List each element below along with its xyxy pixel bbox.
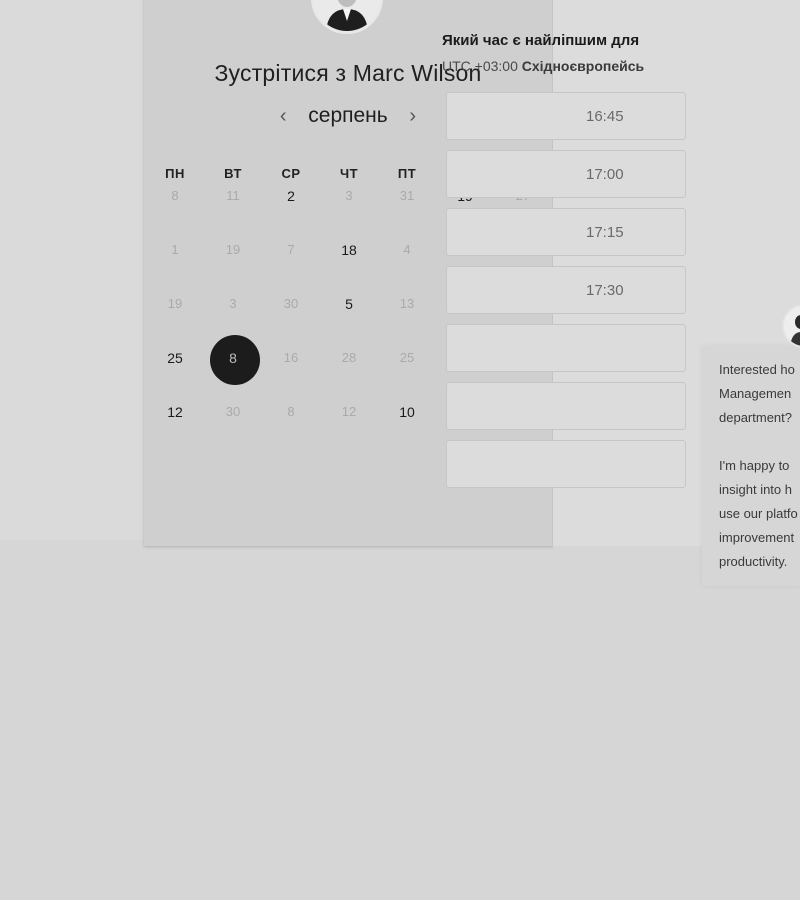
calendar-day: 8 bbox=[262, 402, 320, 456]
calendar-day: 11 bbox=[204, 186, 262, 240]
chat-line: Interested ho bbox=[719, 362, 795, 377]
calendar-day[interactable]: 5 bbox=[320, 294, 378, 348]
chat-message: Interested ho Managemen department? I'm … bbox=[719, 358, 800, 574]
calendar-day-number: 8 bbox=[229, 350, 237, 366]
weekday-label: ПН bbox=[165, 166, 185, 181]
calendar-day-number: 31 bbox=[399, 188, 415, 203]
chat-line: I'm happy to bbox=[719, 458, 790, 473]
person-icon bbox=[784, 306, 800, 346]
calendar-day-number: 5 bbox=[345, 296, 353, 312]
calendar-day: 19 bbox=[146, 294, 204, 348]
calendar-day[interactable]: 25 bbox=[146, 348, 204, 402]
calendar-day-number: 3 bbox=[229, 296, 237, 311]
calendar-day[interactable]: 18 bbox=[320, 240, 378, 294]
calendar-day: 1 bbox=[146, 240, 204, 294]
calendar-day-number: 12 bbox=[167, 404, 183, 420]
chat-line: insight into h bbox=[719, 482, 792, 497]
calendar-day-number: 13 bbox=[399, 296, 415, 311]
calendar-day-number: 10 bbox=[399, 404, 415, 420]
timezone-offset: UTC +03:00 bbox=[442, 58, 518, 74]
time-slot[interactable] bbox=[446, 324, 686, 372]
chat-line: use our platfo bbox=[719, 506, 798, 521]
weekday-label: ПТ bbox=[397, 166, 417, 181]
calendar-day-number: 30 bbox=[225, 404, 241, 419]
calendar-day-number: 25 bbox=[167, 350, 183, 366]
calendar-day: 28 bbox=[320, 348, 378, 402]
calendar-day: 16 bbox=[262, 348, 320, 402]
calendar-day-number: 8 bbox=[287, 404, 295, 419]
calendar-day: 25 bbox=[378, 348, 436, 402]
calendar-day-number: 7 bbox=[287, 242, 295, 257]
calendar-day[interactable]: 2 bbox=[262, 186, 320, 240]
time-slot[interactable]: 17:30 bbox=[446, 266, 686, 314]
calendar-day: 13 bbox=[378, 294, 436, 348]
calendar-day-number: 19 bbox=[167, 296, 183, 311]
time-slot[interactable]: 16:45 bbox=[446, 92, 686, 140]
time-slot[interactable]: 17:00 bbox=[446, 150, 686, 198]
calendar-day-number: 2 bbox=[287, 188, 295, 204]
time-slot[interactable]: 17:15 bbox=[446, 208, 686, 256]
calendar-day: 4 bbox=[378, 240, 436, 294]
calendar-day[interactable]: 12 bbox=[146, 402, 204, 456]
time-question: Який час є найліпшим для bbox=[442, 32, 640, 49]
calendar-day: 30 bbox=[262, 294, 320, 348]
calendar-day-number: 12 bbox=[341, 404, 357, 419]
calendar-day: 30 bbox=[204, 402, 262, 456]
chat-line: department? bbox=[719, 410, 792, 425]
calendar-day: 3 bbox=[320, 186, 378, 240]
calendar-day: 12 bbox=[320, 402, 378, 456]
chat-line: productivity. bbox=[719, 554, 788, 569]
weekday-label: ЧТ bbox=[339, 166, 359, 181]
time-slot[interactable] bbox=[446, 382, 686, 430]
host-avatar bbox=[311, 0, 383, 36]
timezone-selector[interactable]: UTC +03:00 Східноєвропейсь bbox=[442, 58, 644, 74]
chevron-right-icon[interactable]: › bbox=[404, 105, 422, 127]
weekday-label: ВТ bbox=[224, 166, 242, 181]
calendar-day: 19 bbox=[204, 240, 262, 294]
calendar-day: 7 bbox=[262, 240, 320, 294]
calendar-day-number: 1 bbox=[171, 242, 179, 257]
calendar-day-number: 3 bbox=[345, 188, 353, 203]
chat-line: Managemen bbox=[719, 386, 792, 401]
calendar-day-number: 18 bbox=[341, 242, 357, 258]
calendar-day-number: 16 bbox=[283, 350, 299, 365]
time-slot[interactable] bbox=[446, 440, 686, 488]
timezone-name: Східноєвропейсь bbox=[521, 58, 645, 74]
calendar-day-selected[interactable]: 8 bbox=[204, 335, 262, 402]
calendar-day-number: 11 bbox=[226, 188, 240, 203]
time-slot-list: 16:45 17:00 17:15 17:30 bbox=[446, 92, 686, 498]
calendar-day-number: 19 bbox=[225, 242, 241, 257]
calendar-day-number: 8 bbox=[171, 188, 179, 203]
chevron-left-icon[interactable]: ‹ bbox=[274, 105, 292, 127]
calendar-day-number: 28 bbox=[341, 350, 357, 365]
weekday-label: СР bbox=[281, 166, 301, 181]
calendar-day: 31 bbox=[378, 186, 436, 240]
person-icon bbox=[314, 0, 380, 31]
calendar-day-number: 4 bbox=[403, 242, 411, 257]
current-month: серпень bbox=[308, 104, 388, 127]
calendar-day: 8 bbox=[146, 186, 204, 240]
calendar-day-number: 30 bbox=[283, 296, 299, 311]
calendar-day[interactable]: 10 bbox=[378, 402, 436, 456]
calendar-day-number: 25 bbox=[399, 350, 415, 365]
chat-line: improvement bbox=[719, 530, 795, 545]
